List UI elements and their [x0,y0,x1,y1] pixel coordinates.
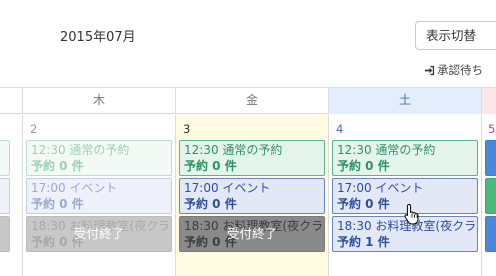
weekday-sun-partial [481,88,496,114]
day-number: 2 [30,122,38,136]
weekday-fri: 金 [175,88,328,114]
weekday-wed-partial [0,88,22,114]
event-reservation-count: 予約 0 件 [31,197,84,211]
event-normal-reservation[interactable]: 12:30 通常の予約 予約 0 件 [26,140,172,176]
day-column-thu: 2 12:30 通常の予約 予約 0 件 17:00 イベント 予約 0 件 1… [22,115,175,276]
day-number: 5 [488,122,496,136]
event-time-title: 17:00 イベント [184,181,271,195]
approval-pending-label: 承認待ち [437,63,483,77]
day-column-wed [0,115,22,276]
event-reservation-count: 予約 1 件 [337,235,390,249]
event-partial[interactable] [485,140,496,176]
event-time-title: 17:00 イベント [31,181,118,195]
event-normal-reservation[interactable]: 12:30 通常の予約 予約 0 件 [179,140,325,176]
weekday-thu: 木 [22,88,175,114]
event-partial[interactable] [0,216,10,252]
event-partial[interactable] [485,178,496,214]
event-special[interactable]: 17:00 イベント 予約 0 件 [26,178,172,214]
day-column-fri: 3 12:30 通常の予約 予約 0 件 17:00 イベント 予約 0 件 1… [175,115,328,276]
event-partial[interactable] [0,178,10,214]
closed-overlay: 受付終了 [73,226,124,241]
month-title: 2015年07月 [60,30,136,45]
day-number: 4 [336,122,344,136]
closed-overlay: 受付終了 [226,226,277,241]
event-partial[interactable] [0,140,10,176]
event-partial[interactable] [485,216,496,252]
sign-in-icon [424,65,435,75]
weekday-sat: 土 [328,88,481,114]
day-column-sun: 5 [481,115,496,276]
calendar-grid: 木 金 土 2 12:30 通常の予約 予約 0 件 17:00 イベント 予約… [0,87,496,276]
weekday-header: 木 金 土 [0,87,496,114]
event-normal-reservation[interactable]: 12:30 通常の予約 予約 0 件 [332,140,478,176]
event-time-title: 12:30 通常の予約 [184,143,283,157]
event-cooking-class[interactable]: 18:30 お料理教室(夜クラ 予約 0 件 受付終了 [26,216,172,252]
day-number: 3 [183,122,191,136]
event-time-title: 17:00 イベント [337,181,424,195]
hand-pointer-icon [404,203,419,225]
display-toggle-button[interactable]: 表示切替 [415,21,496,50]
event-special[interactable]: 17:00 イベント 予約 0 件 [179,178,325,214]
day-column-sat: 4 12:30 通常の予約 予約 0 件 17:00 イベント 予約 0 件 1… [328,115,481,276]
event-reservation-count: 予約 0 件 [31,159,84,173]
event-time-title: 12:30 通常の予約 [31,143,130,157]
event-reservation-count: 予約 0 件 [184,197,237,211]
event-reservation-count: 予約 0 件 [184,159,237,173]
approval-pending-link[interactable]: 承認待ち [424,62,483,78]
event-reservation-count: 予約 0 件 [337,159,390,173]
event-time-title: 12:30 通常の予約 [337,143,436,157]
event-cooking-class[interactable]: 18:30 お料理教室(夜クラ 予約 0 件 受付終了 [179,216,325,252]
